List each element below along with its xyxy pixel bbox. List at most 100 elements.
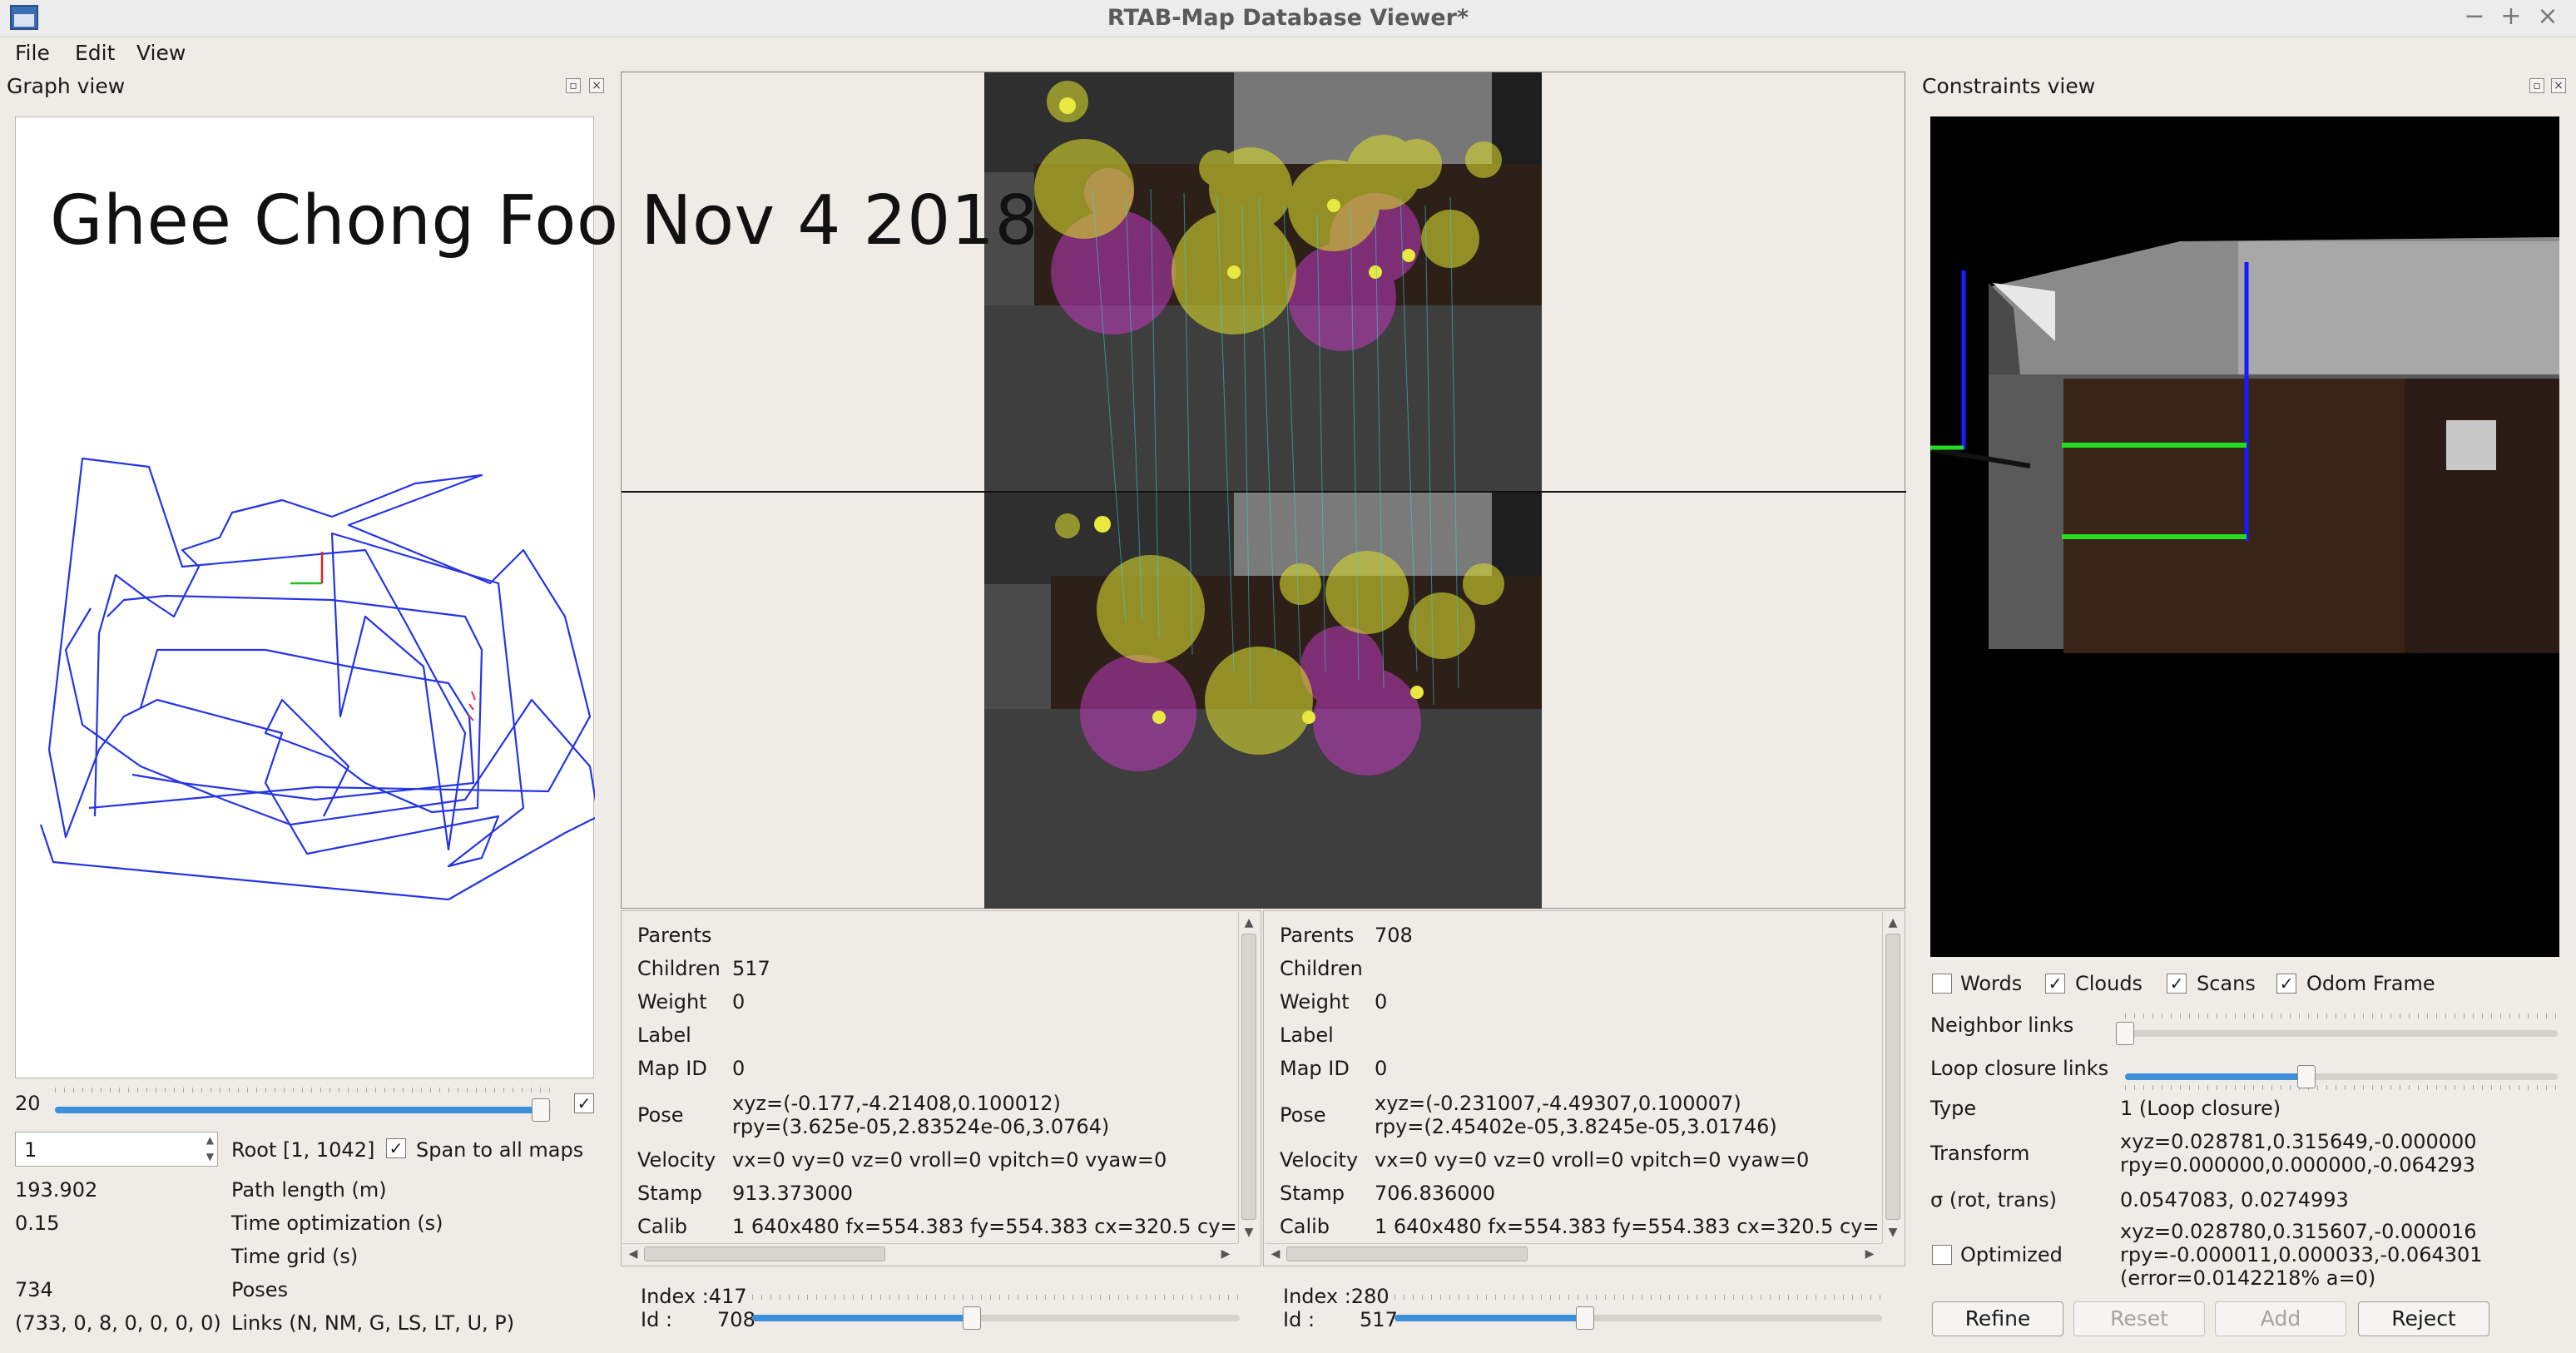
- span-label: Span to all maps: [416, 1138, 584, 1162]
- left-stamp-value: 913.373000: [732, 1182, 854, 1205]
- add-button[interactable]: Add: [2215, 1301, 2346, 1336]
- right-weight-value: 0: [1375, 990, 1388, 1014]
- right-weight-label: Weight: [1280, 990, 1350, 1014]
- odom-frame-checkbox[interactable]: ✓: [2276, 974, 2296, 994]
- window-title: RTAB-Map Database Viewer*: [1107, 5, 1469, 31]
- scroll-up-icon[interactable]: ▲: [1884, 914, 1902, 932]
- left-index-slider-fill: [752, 1315, 972, 1321]
- float-icon[interactable]: ▫: [566, 78, 581, 93]
- reject-button[interactable]: Reject: [2358, 1301, 2489, 1336]
- right-mapid-value: 0: [1375, 1057, 1388, 1080]
- menu-edit[interactable]: Edit: [75, 38, 115, 68]
- scroll-down-icon[interactable]: ▼: [1884, 1223, 1902, 1241]
- stat-value: (733, 0, 8, 0, 0, 0, 0): [15, 1311, 221, 1335]
- right-stamp-label: Stamp: [1280, 1182, 1345, 1205]
- close-icon[interactable]: ×: [2531, 0, 2564, 33]
- graph-slider-ticks: [55, 1088, 551, 1093]
- right-id-text: Id :: [1283, 1308, 1315, 1331]
- graph-slider-handle[interactable]: [532, 1098, 550, 1122]
- scroll-left-icon[interactable]: ◀: [1266, 1245, 1285, 1263]
- right-calib-value: 1 640x480 fx=554.383 fy=554.383 cx=320.5…: [1375, 1215, 1879, 1238]
- stat-label: Links (N, NM, G, LS, LT, U, P): [231, 1311, 515, 1335]
- graph-slider-checkbox[interactable]: ✓: [574, 1093, 594, 1113]
- scroll-down-icon[interactable]: ▼: [1240, 1223, 1258, 1241]
- right-pose-rpy: rpy=(2.45402e-05,3.8245e-05,3.01746): [1375, 1115, 1777, 1138]
- neighbor-links-slider[interactable]: [2125, 1030, 2558, 1037]
- left-info-hscrollbar[interactable]: ◀ ▶: [622, 1243, 1238, 1265]
- maximize-icon[interactable]: +: [2494, 0, 2528, 33]
- left-index-slider-handle[interactable]: [963, 1306, 981, 1330]
- spin-down-icon[interactable]: ▼: [206, 1151, 214, 1162]
- right-info-hscrollbar[interactable]: ◀ ▶: [1265, 1243, 1882, 1265]
- menu-file[interactable]: File: [15, 38, 50, 68]
- feature-match-lines: [1092, 188, 1459, 706]
- stat-label: Path length (m): [231, 1178, 387, 1202]
- right-index-label: Index :280: [1283, 1285, 1390, 1308]
- refine-button[interactable]: Refine: [1932, 1301, 2063, 1336]
- left-calib-value: 1 640x480 fx=554.383 fy=554.383 cx=320.5…: [732, 1215, 1236, 1238]
- minimize-icon[interactable]: −: [2458, 0, 2491, 33]
- loop-closure-links-slider[interactable]: [2125, 1073, 2558, 1080]
- transform-label: Transform: [1930, 1142, 2030, 1165]
- scroll-left-icon[interactable]: ◀: [624, 1245, 642, 1263]
- overlay-caption: Ghee Chong Foo Nov 4 2018: [50, 181, 1039, 260]
- menu-view[interactable]: View: [136, 38, 186, 68]
- scans-checkbox[interactable]: ✓: [2167, 974, 2187, 994]
- left-children-value: 517: [732, 957, 770, 980]
- right-index-slider[interactable]: [1395, 1315, 1882, 1321]
- loop-closure-links-slider-fill: [2125, 1073, 2306, 1080]
- left-children-label: Children: [637, 957, 721, 980]
- right-index-slider-handle[interactable]: [1576, 1306, 1594, 1330]
- reset-button[interactable]: Reset: [2073, 1301, 2205, 1336]
- float-icon[interactable]: ▫: [2529, 78, 2544, 93]
- right-id-label: Id : 517: [1283, 1308, 1398, 1331]
- neighbor-links-slider-handle[interactable]: [2116, 1022, 2134, 1045]
- scroll-thumb[interactable]: [644, 1246, 885, 1261]
- optimized-checkbox[interactable]: [1932, 1245, 1952, 1265]
- graph-canvas[interactable]: [15, 116, 595, 1078]
- left-velocity-label: Velocity: [637, 1148, 716, 1172]
- left-weight-label: Weight: [637, 990, 707, 1014]
- left-parents-label: Parents: [637, 924, 712, 947]
- right-index-slider-fill: [1395, 1315, 1585, 1321]
- loop-closure-links-slider-handle[interactable]: [2297, 1065, 2316, 1088]
- right-velocity-value: vx=0 vy=0 vz=0 vroll=0 vpitch=0 vyaw=0: [1375, 1148, 1810, 1172]
- words-checkbox[interactable]: [1932, 974, 1952, 994]
- loop-closure-links-label: Loop closure links: [1930, 1057, 2109, 1080]
- right-parents-label: Parents: [1280, 924, 1355, 947]
- words-label: Words: [1960, 972, 2023, 995]
- sigma-label: σ (rot, trans): [1930, 1188, 2057, 1212]
- transform-xyz: xyz=0.028781,0.315649,-0.000000: [2120, 1130, 2477, 1153]
- close-dock-icon[interactable]: ×: [2551, 78, 2566, 93]
- right-children-label: Children: [1280, 957, 1363, 980]
- right-info-vscrollbar[interactable]: ▲ ▼: [1882, 912, 1904, 1243]
- scroll-thumb[interactable]: [1241, 934, 1256, 1220]
- left-calib-label: Calib: [637, 1215, 688, 1238]
- constraints-view-title: Constraints view: [1922, 74, 2096, 98]
- left-info-vscrollbar[interactable]: ▲ ▼: [1238, 912, 1260, 1243]
- scroll-up-icon[interactable]: ▲: [1240, 914, 1258, 932]
- graph-slider[interactable]: [55, 1107, 551, 1113]
- optimized-label: Optimized: [1960, 1243, 2063, 1266]
- root-spinbox[interactable]: 1 ▲ ▼: [15, 1132, 218, 1167]
- neighbor-links-label: Neighbor links: [1930, 1014, 2074, 1037]
- span-checkbox[interactable]: ✓: [386, 1138, 406, 1158]
- clouds-checkbox[interactable]: ✓: [2045, 974, 2065, 994]
- constraints-3d-view[interactable]: [1930, 116, 2559, 957]
- scroll-right-icon[interactable]: ▶: [1216, 1245, 1235, 1263]
- scroll-right-icon[interactable]: ▶: [1860, 1245, 1879, 1263]
- right-slider-ticks: [1395, 1295, 1882, 1300]
- graph-slider-fill: [55, 1107, 541, 1113]
- close-dock-icon[interactable]: ×: [589, 78, 604, 93]
- right-calib-label: Calib: [1280, 1215, 1330, 1238]
- left-pose-rpy: rpy=(3.625e-05,2.83524e-06,3.0764): [732, 1115, 1110, 1138]
- stat-value: 734: [15, 1278, 53, 1301]
- left-index-text: Index :: [641, 1285, 709, 1308]
- scroll-thumb[interactable]: [1286, 1246, 1528, 1261]
- spin-up-icon[interactable]: ▲: [206, 1134, 214, 1146]
- left-id-value: 708: [717, 1308, 755, 1331]
- root-label: Root [1, 1042]: [231, 1138, 375, 1162]
- left-index-slider[interactable]: [752, 1315, 1240, 1321]
- scroll-thumb[interactable]: [1885, 934, 1900, 1220]
- constraints-scene: [1930, 237, 2559, 653]
